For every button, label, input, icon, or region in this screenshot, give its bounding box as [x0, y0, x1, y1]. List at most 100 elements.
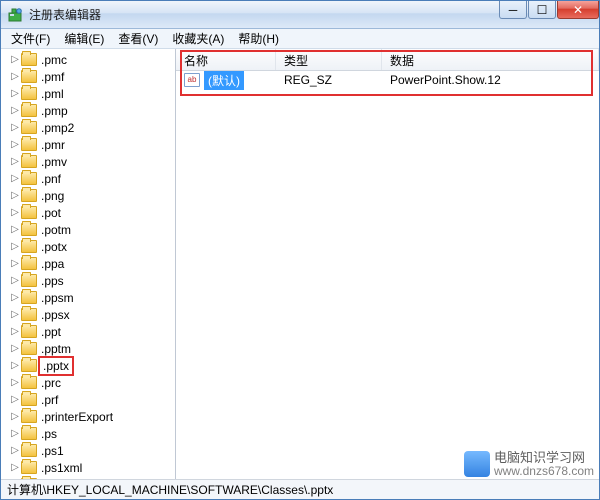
maximize-button[interactable]: ☐ [528, 1, 556, 19]
expand-toggle-icon[interactable]: ▷ [9, 139, 21, 150]
statusbar: 计算机\HKEY_LOCAL_MACHINE\SOFTWARE\Classes\… [1, 479, 599, 499]
tree-item[interactable]: ▷ .pptx [1, 357, 175, 374]
tree-item[interactable]: ▷.ppsm [1, 289, 175, 306]
tree-item-label: .pot [41, 206, 61, 220]
expand-toggle-icon[interactable]: ▷ [9, 462, 21, 473]
tree-item[interactable]: ▷.potx [1, 238, 175, 255]
tree-item[interactable]: ▷ .pmc [1, 51, 175, 68]
tree-item[interactable]: ▷ .ps [1, 425, 175, 442]
tree-item[interactable]: ▷ .ps1xml [1, 459, 175, 476]
expand-toggle-icon[interactable]: ▷ [9, 411, 21, 422]
list-row[interactable]: (默认)REG_SZPowerPoint.Show.12 [176, 71, 599, 89]
tree-item-label: .pmp [41, 104, 68, 118]
tree-item-label: .png [41, 189, 64, 203]
tree-item[interactable]: ▷ .ppsx [1, 306, 175, 323]
tree-item-label: .ppt [41, 325, 61, 339]
titlebar[interactable]: 注册表编辑器 ─ ☐ ✕ [1, 1, 599, 29]
value-name: (默认) [204, 71, 244, 90]
tree-item-label: .printerExport [41, 410, 113, 424]
tree-item[interactable]: ▷.prc [1, 374, 175, 391]
expand-toggle-icon[interactable]: ▷ [9, 105, 21, 116]
expand-toggle-icon[interactable]: ▷ [9, 122, 21, 133]
menu-help[interactable]: 帮助(H) [232, 28, 285, 49]
expand-toggle-icon[interactable]: ▷ [9, 190, 21, 201]
expand-toggle-icon[interactable]: ▷ [9, 71, 21, 82]
minimize-button[interactable]: ─ [499, 1, 527, 19]
tree-item[interactable]: ▷.pml [1, 85, 175, 102]
expand-toggle-icon[interactable]: ▷ [9, 343, 21, 354]
menu-edit[interactable]: 编辑(E) [58, 28, 110, 49]
folder-icon [21, 53, 37, 66]
watermark-text: 电脑知识学习网 www.dnzs678.com [494, 451, 594, 478]
statusbar-path: 计算机\HKEY_LOCAL_MACHINE\SOFTWARE\Classes\… [7, 481, 333, 498]
expand-toggle-icon[interactable]: ▷ [9, 394, 21, 405]
tree-item-label: .pptx [41, 359, 71, 373]
expand-toggle-icon[interactable]: ▷ [9, 377, 21, 388]
tree-item[interactable]: ▷ .ppt [1, 323, 175, 340]
expand-toggle-icon[interactable]: ▷ [9, 360, 21, 371]
expand-toggle-icon[interactable]: ▷ [9, 326, 21, 337]
folder-icon [21, 393, 37, 406]
watermark: 电脑知识学习网 www.dnzs678.com [464, 451, 594, 478]
expand-toggle-icon[interactable]: ▷ [9, 224, 21, 235]
expand-toggle-icon[interactable]: ▷ [9, 309, 21, 320]
folder-icon [21, 376, 37, 389]
expand-toggle-icon[interactable]: ▷ [9, 292, 21, 303]
tree-item[interactable]: ▷ .pmv [1, 153, 175, 170]
expand-toggle-icon[interactable]: ▷ [9, 173, 21, 184]
folder-icon [21, 70, 37, 83]
tree-item-label: .ps [41, 427, 57, 441]
tree-item-label: .ppsx [41, 308, 70, 322]
close-icon: ✕ [573, 3, 583, 17]
expand-toggle-icon[interactable]: ▷ [9, 88, 21, 99]
expand-toggle-icon[interactable]: ▷ [9, 428, 21, 439]
folder-icon [21, 291, 37, 304]
expand-toggle-icon[interactable]: ▷ [9, 258, 21, 269]
close-button[interactable]: ✕ [557, 1, 599, 19]
tree-item-label: .pmv [41, 155, 67, 169]
tree-item[interactable]: ▷.pptm [1, 340, 175, 357]
folder-icon [21, 410, 37, 423]
folder-icon [21, 87, 37, 100]
folder-icon [21, 189, 37, 202]
tree-item[interactable]: ▷ .printerExport [1, 408, 175, 425]
tree-item[interactable]: ▷ .pot [1, 204, 175, 221]
expand-toggle-icon[interactable]: ▷ [9, 54, 21, 65]
menu-file[interactable]: 文件(F) [5, 28, 56, 49]
tree-item[interactable]: ▷.ppa [1, 255, 175, 272]
expand-toggle-icon[interactable]: ▷ [9, 156, 21, 167]
tree-item[interactable]: ▷.potm [1, 221, 175, 238]
column-header-type[interactable]: 类型 [276, 49, 382, 70]
tree-item[interactable]: ▷.pmf [1, 68, 175, 85]
folder-icon [21, 274, 37, 287]
column-header-data[interactable]: 数据 [382, 49, 599, 70]
expand-toggle-icon[interactable]: ▷ [9, 241, 21, 252]
folder-icon [21, 478, 37, 479]
tree-item[interactable]: ▷.pnf [1, 170, 175, 187]
tree-item[interactable]: ▷.prf [1, 391, 175, 408]
folder-icon [21, 240, 37, 253]
column-header-name[interactable]: 名称 [176, 49, 276, 70]
folder-icon [21, 121, 37, 134]
tree-item-label: .ps1 [41, 444, 64, 458]
watermark-logo-icon [464, 451, 490, 477]
tree-item[interactable]: ▷ .png [1, 187, 175, 204]
list-body[interactable]: (默认)REG_SZPowerPoint.Show.12 [176, 71, 599, 479]
tree-item-label: .ps1xml [41, 461, 82, 475]
maximize-icon: ☐ [537, 3, 548, 17]
menu-favorites[interactable]: 收藏夹(A) [166, 28, 230, 49]
expand-toggle-icon[interactable]: ▷ [9, 207, 21, 218]
tree-item[interactable]: ▷ .pmr [1, 136, 175, 153]
registry-tree[interactable]: ▷.pmc▷.pmf▷.pml▷.pmp▷.pmp2▷.pmr▷.pmv▷.pn… [1, 49, 176, 479]
tree-item[interactable]: ▷ .pmp2 [1, 119, 175, 136]
expand-toggle-icon[interactable]: ▷ [9, 275, 21, 286]
tree-item[interactable]: ▷ .pmp [1, 102, 175, 119]
folder-icon [21, 206, 37, 219]
tree-item[interactable]: ▷.pps [1, 272, 175, 289]
tree-item-label: .pmp2 [41, 121, 74, 135]
menu-view[interactable]: 查看(V) [112, 28, 164, 49]
expand-toggle-icon[interactable]: ▷ [9, 445, 21, 456]
tree-item-label: .pmc [41, 53, 67, 67]
tree-item-label: .pmr [41, 138, 65, 152]
tree-item[interactable]: ▷ .ps1 [1, 442, 175, 459]
